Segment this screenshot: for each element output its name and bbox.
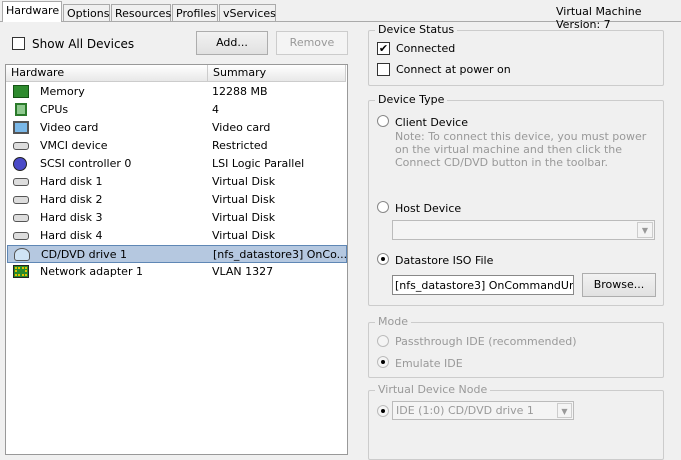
row-summary: Virtual Disk <box>212 193 276 206</box>
vdn-title: Virtual Device Node <box>375 383 491 396</box>
table-row[interactable]: Hard disk 1 Virtual Disk <box>7 173 347 191</box>
device-type-title: Device Type <box>375 93 448 106</box>
cdrom-icon <box>14 248 30 261</box>
row-hardware: Network adapter 1 <box>40 265 143 278</box>
connected-checkbox[interactable]: ✔ <box>377 42 390 55</box>
tab-options[interactable]: Options <box>63 4 110 21</box>
table-row[interactable]: Hard disk 2 Virtual Disk <box>7 191 347 209</box>
row-summary: Virtual Disk <box>212 175 276 188</box>
show-all-devices-label: Show All Devices <box>32 37 135 51</box>
row-hardware: Hard disk 2 <box>40 193 103 206</box>
row-summary: LSI Logic Parallel <box>212 157 305 170</box>
table-row[interactable]: CPUs 4 <box>7 101 347 119</box>
cpu-icon <box>15 103 27 116</box>
column-header-summary[interactable]: Summary <box>208 65 346 82</box>
row-hardware: Hard disk 1 <box>40 175 103 188</box>
vdn-value: IDE (1:0) CD/DVD drive 1 <box>396 404 534 417</box>
scsi-icon <box>13 157 27 171</box>
add-button[interactable]: Add... <box>196 31 268 55</box>
table-row[interactable]: Network adapter 1 VLAN 1327 <box>7 263 347 281</box>
disk-icon <box>13 232 29 240</box>
datastore-iso-label: Datastore ISO File <box>395 254 494 267</box>
device-status-group: Device Status ✔ Connected Connect at pow… <box>368 23 664 86</box>
row-hardware: SCSI controller 0 <box>40 157 132 170</box>
device-type-group: Device Type Client Device Note: To conne… <box>368 93 664 306</box>
client-device-radio[interactable] <box>377 115 389 127</box>
connect-power-on-label: Connect at power on <box>396 63 511 76</box>
chevron-down-icon: ▼ <box>557 403 572 418</box>
table-row[interactable]: VMCI device Restricted <box>7 137 347 155</box>
remove-button[interactable]: Remove <box>276 31 348 55</box>
table-row[interactable]: Video card Video card <box>7 119 347 137</box>
passthrough-label: Passthrough IDE (recommended) <box>395 335 577 348</box>
disk-icon <box>13 178 29 186</box>
hardware-list[interactable]: Hardware Summary Memory 12288 MB CPUs 4 Vide… <box>5 64 348 455</box>
vm-version: Virtual Machine Version: 7 <box>556 5 642 31</box>
host-device-select[interactable]: ▼ <box>392 220 655 240</box>
tab-resources[interactable]: Resources <box>111 4 171 21</box>
emulate-ide-radio[interactable] <box>377 356 389 368</box>
table-row[interactable]: CD/DVD drive 1 [nfs_datastore3] OnCo... <box>7 245 347 263</box>
row-summary: Virtual Disk <box>212 211 276 224</box>
datastore-iso-radio[interactable] <box>377 253 389 265</box>
disk-icon <box>13 196 29 204</box>
host-device-label: Host Device <box>395 202 462 215</box>
device-icon <box>13 142 29 150</box>
emulate-ide-label: Emulate IDE <box>395 357 463 370</box>
row-summary: Restricted <box>212 139 268 152</box>
row-hardware: CD/DVD drive 1 <box>41 248 127 261</box>
disk-icon <box>13 214 29 222</box>
vdn-radio[interactable] <box>377 405 389 417</box>
table-row[interactable]: Memory 12288 MB <box>7 83 347 101</box>
network-icon <box>13 265 29 278</box>
iso-path-input[interactable]: [nfs_datastore3] OnCommandUnified <box>392 275 574 295</box>
memory-icon <box>13 85 29 98</box>
column-header-hardware[interactable]: Hardware <box>6 65 208 82</box>
vdn-select[interactable]: IDE (1:0) CD/DVD drive 1 ▼ <box>392 401 574 420</box>
client-device-label: Client Device <box>395 116 468 129</box>
row-hardware: Memory <box>40 85 85 98</box>
mode-title: Mode <box>375 315 411 328</box>
row-summary: [nfs_datastore3] OnCo... <box>213 248 348 261</box>
table-row[interactable]: SCSI controller 0 LSI Logic Parallel <box>7 155 347 173</box>
client-device-note: Note: To connect this device, you must p… <box>395 130 647 169</box>
connected-label: Connected <box>396 42 456 55</box>
table-row[interactable]: Hard disk 4 Virtual Disk <box>7 227 347 245</box>
mode-group: Mode Passthrough IDE (recommended) Emula… <box>368 315 664 378</box>
row-summary: 12288 MB <box>212 85 268 98</box>
device-status-title: Device Status <box>375 23 458 36</box>
table-row[interactable]: Hard disk 3 Virtual Disk <box>7 209 347 227</box>
connect-power-on-checkbox[interactable] <box>377 63 390 76</box>
tab-hardware[interactable]: Hardware <box>2 1 62 22</box>
row-summary: VLAN 1327 <box>212 265 274 278</box>
browse-button[interactable]: Browse... <box>582 273 656 297</box>
tab-profiles[interactable]: Profiles <box>172 4 218 21</box>
passthrough-radio[interactable] <box>377 335 389 347</box>
virtual-device-node-group: Virtual Device Node IDE (1:0) CD/DVD dri… <box>368 383 664 460</box>
show-all-devices-checkbox[interactable] <box>12 37 25 50</box>
row-hardware: Hard disk 4 <box>40 229 103 242</box>
row-summary: Video card <box>212 121 271 134</box>
row-hardware: Hard disk 3 <box>40 211 103 224</box>
row-summary: 4 <box>212 103 219 116</box>
chevron-down-icon: ▼ <box>637 222 653 238</box>
row-summary: Virtual Disk <box>212 229 276 242</box>
row-hardware: VMCI device <box>40 139 108 152</box>
row-hardware: Video card <box>40 121 99 134</box>
tab-vservices[interactable]: vServices <box>219 4 276 21</box>
monitor-icon <box>13 121 29 134</box>
host-device-radio[interactable] <box>377 201 389 213</box>
row-hardware: CPUs <box>40 103 69 116</box>
